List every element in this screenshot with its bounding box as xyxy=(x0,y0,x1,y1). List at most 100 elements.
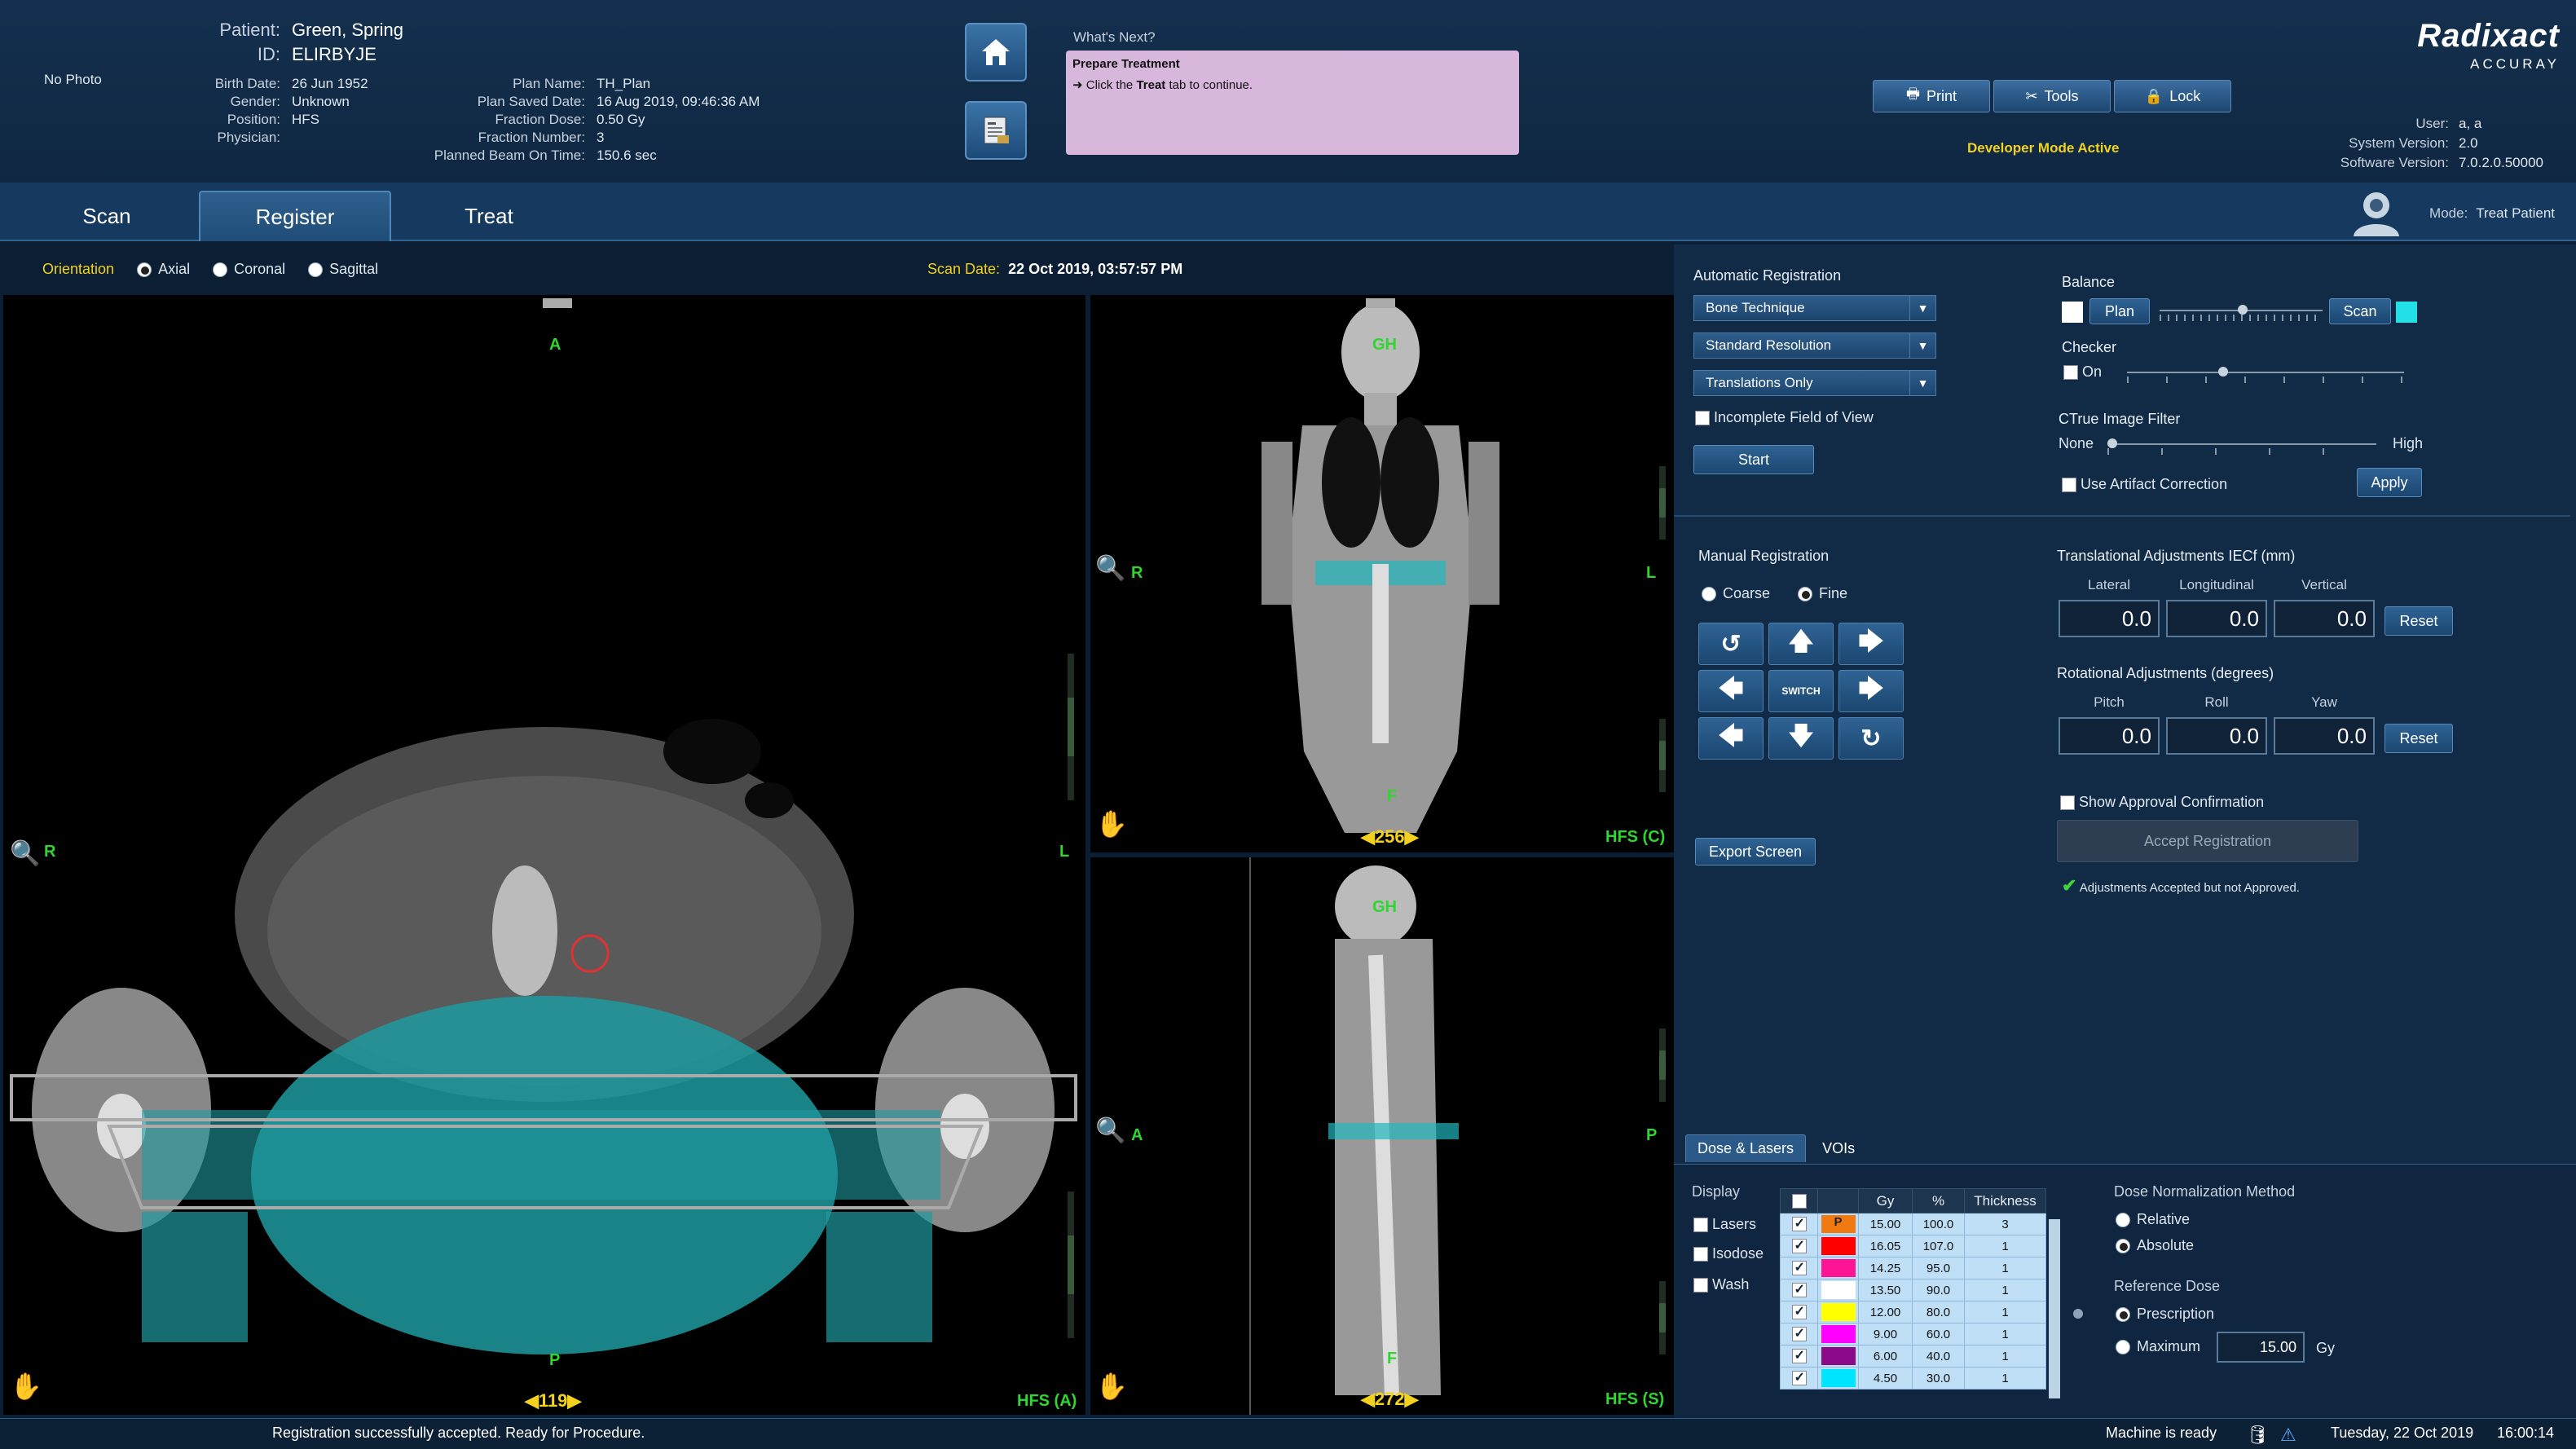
home-button[interactable] xyxy=(965,23,1027,81)
isodose-row-checkbox[interactable] xyxy=(1780,1301,1818,1323)
isodose-color-swatch[interactable] xyxy=(1817,1301,1859,1323)
maximum-radio[interactable]: Maximum xyxy=(2116,1338,2200,1359)
tab-register[interactable]: Register xyxy=(199,191,391,241)
rotational-reset-button[interactable]: Reset xyxy=(2384,724,2453,753)
coronal-viewer[interactable]: GH F R L ◀256▶ HFS (C) 🔍 ✋ xyxy=(1090,295,1674,852)
move-down-button[interactable]: 🡇 xyxy=(1768,717,1834,760)
maximum-dose-input[interactable]: 15.00 xyxy=(2217,1332,2305,1363)
zoom-icon[interactable]: 🔍 xyxy=(1095,554,1125,583)
sagittal-level-gauge-bottom[interactable] xyxy=(1659,1281,1666,1354)
tools-button[interactable]: ✂ Tools xyxy=(1993,80,2111,112)
plan-report-button[interactable] xyxy=(965,101,1027,160)
isodose-row-checkbox[interactable] xyxy=(1780,1213,1818,1235)
isodose-row[interactable]: 4.5030.01 xyxy=(1780,1367,2046,1390)
coronal-slice-number[interactable]: ◀256▶ xyxy=(1361,826,1419,848)
checkbox-checked-icon[interactable] xyxy=(1791,1237,1807,1254)
zoom-icon[interactable]: 🔍 xyxy=(1095,1116,1125,1145)
sagittal-slice-number[interactable]: ◀272▶ xyxy=(1361,1389,1419,1410)
isodose-thickness[interactable]: 3 xyxy=(1964,1213,2046,1235)
isodose-gy[interactable]: 4.50 xyxy=(1858,1367,1913,1390)
move-up-right-button[interactable]: 🡆 xyxy=(1838,623,1904,665)
checkbox[interactable] xyxy=(1693,1278,1708,1293)
checkbox[interactable] xyxy=(1693,1218,1708,1233)
isodose-percent[interactable]: 80.0 xyxy=(1912,1301,1965,1323)
checkbox-checked-icon[interactable] xyxy=(1791,1303,1807,1320)
vertical-input[interactable]: 0.0 xyxy=(2274,600,2375,637)
balance-slider[interactable] xyxy=(2160,305,2323,315)
isodose-percent[interactable]: 30.0 xyxy=(1912,1367,1965,1390)
isodose-percent[interactable]: 107.0 xyxy=(1912,1235,1965,1257)
yaw-input[interactable]: 0.0 xyxy=(2274,717,2375,755)
coronal-level-gauge-bottom[interactable] xyxy=(1659,719,1666,792)
print-button[interactable]: 🖶 Print xyxy=(1873,80,1990,112)
pan-hand-icon[interactable]: ✋ xyxy=(1095,808,1128,839)
move-right-button[interactable]: 🡆 xyxy=(1838,670,1904,712)
isodose-row-checkbox[interactable] xyxy=(1780,1323,1818,1346)
isodose-percent[interactable]: 60.0 xyxy=(1912,1323,1965,1346)
tab-dose-lasers[interactable]: Dose & Lasers xyxy=(1685,1134,1807,1162)
incomplete-fov-option[interactable]: Incomplete Field of View xyxy=(1695,409,1874,426)
select-all-header[interactable] xyxy=(1780,1188,1818,1213)
isodose-color-swatch[interactable] xyxy=(1817,1279,1859,1301)
isodose-thickness[interactable]: 1 xyxy=(1964,1257,2046,1279)
zoom-icon[interactable]: 🔍 xyxy=(10,839,40,868)
checkbox[interactable] xyxy=(1695,411,1710,426)
move-up-button[interactable]: 🡅 xyxy=(1768,623,1834,665)
isodose-color-swatch[interactable] xyxy=(1817,1323,1859,1346)
axial-level-gauge-bottom[interactable] xyxy=(1068,1191,1074,1338)
isodose-percent[interactable]: 90.0 xyxy=(1912,1279,1965,1301)
axial-slice-number[interactable]: ◀119▶ xyxy=(525,1390,581,1412)
isodose-gy[interactable]: 6.00 xyxy=(1858,1345,1913,1368)
isodose-gy[interactable]: 13.50 xyxy=(1858,1279,1913,1301)
checker-on-option[interactable]: On xyxy=(2063,363,2102,381)
checkbox-checked-icon[interactable] xyxy=(1791,1347,1807,1364)
export-screen-button[interactable]: Export Screen xyxy=(1695,838,1816,865)
isodose-row[interactable]: 13.5090.01 xyxy=(1780,1279,2046,1301)
pitch-input[interactable]: 0.0 xyxy=(2059,717,2160,755)
isodose-color-swatch[interactable] xyxy=(1817,1367,1859,1390)
relative-radio[interactable]: Relative xyxy=(2116,1211,2190,1231)
checkbox[interactable] xyxy=(1693,1247,1708,1262)
apply-filter-button[interactable]: Apply xyxy=(2357,468,2422,497)
isodose-row[interactable]: 12.0080.01 xyxy=(1780,1301,2046,1323)
isodose-thickness[interactable]: 1 xyxy=(1964,1323,2046,1346)
prescription-radio[interactable]: Prescription xyxy=(2116,1306,2214,1326)
longitudinal-input[interactable]: 0.0 xyxy=(2166,600,2267,637)
isodose-color-swatch[interactable] xyxy=(1817,1345,1859,1368)
isodose-row-checkbox[interactable] xyxy=(1780,1279,1818,1301)
orientation-sagittal[interactable]: Sagittal xyxy=(308,261,378,278)
isodose-thickness[interactable]: 1 xyxy=(1964,1367,2046,1390)
warning-icon[interactable]: ⚠ xyxy=(2280,1425,2296,1446)
balance-plan-button[interactable]: Plan xyxy=(2089,298,2150,324)
accept-registration-button[interactable]: Accept Registration xyxy=(2057,820,2358,862)
isodose-row[interactable]: 6.0040.01 xyxy=(1780,1345,2046,1368)
technique-dropdown[interactable]: Bone Technique ▼ xyxy=(1693,295,1936,321)
isodose-row-checkbox[interactable] xyxy=(1780,1235,1818,1257)
isodose-row-checkbox[interactable] xyxy=(1780,1345,1818,1368)
wash-option[interactable]: Wash xyxy=(1693,1276,1749,1293)
show-approval-option[interactable]: Show Approval Confirmation xyxy=(2060,794,2264,811)
isodose-color-swatch[interactable] xyxy=(1817,1235,1859,1257)
sagittal-viewer[interactable]: GH F A P ◀272▶ HFS (S) 🔍 ✋ xyxy=(1090,857,1674,1415)
isodose-thickness[interactable]: 1 xyxy=(1964,1301,2046,1323)
isodose-option[interactable]: Isodose xyxy=(1693,1245,1764,1262)
absolute-radio[interactable]: Absolute xyxy=(2116,1237,2194,1257)
axial-viewer[interactable]: A P R L ◀119▶ HFS (A) 🔍 ✋ xyxy=(3,295,1085,1415)
splitter-handle-icon[interactable] xyxy=(2073,1309,2083,1319)
coronal-level-gauge-top[interactable] xyxy=(1659,466,1666,540)
isodose-gy[interactable]: 12.00 xyxy=(1858,1301,1913,1323)
isodose-percent[interactable]: 95.0 xyxy=(1912,1257,1965,1279)
checkbox-checked-icon[interactable] xyxy=(1791,1281,1807,1298)
isodose-row-checkbox[interactable] xyxy=(1780,1257,1818,1279)
slider-knob[interactable] xyxy=(2238,305,2248,315)
isodose-gy[interactable]: 9.00 xyxy=(1858,1323,1913,1346)
move-left-button[interactable]: 🡄 xyxy=(1698,670,1764,712)
viewer-handle-icon[interactable] xyxy=(1366,298,1395,308)
start-registration-button[interactable]: Start xyxy=(1693,445,1814,474)
isodose-row[interactable]: 16.05107.01 xyxy=(1780,1235,2046,1257)
checkbox-checked-icon[interactable] xyxy=(1791,1325,1807,1342)
sagittal-level-gauge-top[interactable] xyxy=(1659,1028,1666,1102)
artifact-correction-option[interactable]: Use Artifact Correction xyxy=(2062,476,2227,493)
dose-table-scrollbar[interactable] xyxy=(2049,1219,2060,1398)
axial-level-gauge-top[interactable] xyxy=(1068,654,1074,800)
